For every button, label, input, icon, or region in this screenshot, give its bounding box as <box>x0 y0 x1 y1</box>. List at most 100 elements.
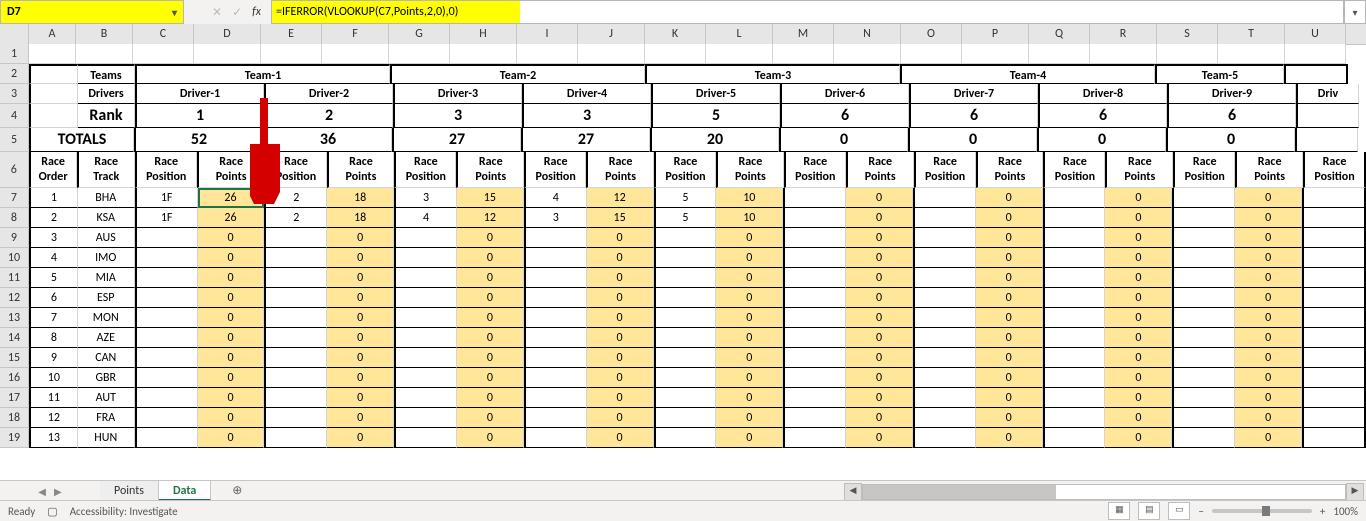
blank-cell[interactable] <box>29 44 76 64</box>
race-pos-13-5[interactable] <box>783 308 846 328</box>
race-pts-19-1[interactable]: 0 <box>327 428 394 448</box>
col-header-G[interactable]: G <box>389 24 450 44</box>
zoom-out-icon[interactable]: − <box>1198 505 1203 518</box>
race-pos-header-8[interactable]: Race Position <box>1173 152 1235 188</box>
race-pos-13-9[interactable] <box>1302 308 1366 328</box>
row-header-7[interactable]: 7 <box>0 188 29 208</box>
race-pts-9-3[interactable]: 0 <box>587 228 654 248</box>
race-pts-9-1[interactable]: 0 <box>327 228 394 248</box>
race-pos-14-0[interactable] <box>135 328 198 348</box>
race-pos-8-3[interactable]: 3 <box>524 208 587 228</box>
blank-cell[interactable] <box>901 44 962 64</box>
driver-header-3[interactable]: Driver-4 <box>522 84 651 104</box>
row-header-19[interactable]: 19 <box>0 428 29 448</box>
race-pos-13-2[interactable] <box>394 308 457 328</box>
race-track-18[interactable]: FRA <box>78 408 135 428</box>
race-pos-7-1[interactable]: 2 <box>264 188 327 208</box>
col-header-A[interactable]: A <box>29 24 76 44</box>
race-pos-19-7[interactable] <box>1043 428 1106 448</box>
race-pos-13-7[interactable] <box>1043 308 1106 328</box>
row-header-8[interactable]: 8 <box>0 208 29 228</box>
race-pos-14-4[interactable] <box>654 328 717 348</box>
race-pos-7-8[interactable] <box>1172 188 1235 208</box>
blank-cell[interactable] <box>1090 44 1157 64</box>
race-pos-14-9[interactable] <box>1302 328 1366 348</box>
race-pts-13-5[interactable]: 0 <box>846 308 913 328</box>
rank-label[interactable]: Rank <box>78 104 135 128</box>
race-pos-16-1[interactable] <box>264 368 327 388</box>
race-pos-18-4[interactable] <box>654 408 717 428</box>
race-pos-15-1[interactable] <box>264 348 327 368</box>
race-pos-8-0[interactable]: 1F <box>135 208 198 228</box>
driver-header-8[interactable]: Driver-9 <box>1167 84 1296 104</box>
race-pts-11-5[interactable]: 0 <box>846 268 913 288</box>
race-pos-9-6[interactable] <box>913 228 976 248</box>
race-pts-17-3[interactable]: 0 <box>587 388 654 408</box>
race-pos-16-6[interactable] <box>913 368 976 388</box>
col-header-M[interactable]: M <box>773 24 834 44</box>
race-pos-16-4[interactable] <box>654 368 717 388</box>
race-order-13[interactable]: 7 <box>29 308 78 328</box>
col-header-J[interactable]: J <box>578 24 645 44</box>
race-pos-16-3[interactable] <box>524 368 587 388</box>
race-pts-19-5[interactable]: 0 <box>846 428 913 448</box>
race-pts-header-7[interactable]: Race Points <box>1105 152 1173 188</box>
race-pts-12-5[interactable]: 0 <box>846 288 913 308</box>
col-header-R[interactable]: R <box>1090 24 1157 44</box>
race-pos-11-1[interactable] <box>264 268 327 288</box>
race-pts-12-1[interactable]: 0 <box>327 288 394 308</box>
race-order-7[interactable]: 1 <box>29 188 78 208</box>
race-pts-15-6[interactable]: 0 <box>976 348 1043 368</box>
driver-header-5[interactable]: Driver-6 <box>780 84 909 104</box>
race-pts-16-5[interactable]: 0 <box>846 368 913 388</box>
race-pts-14-4[interactable]: 0 <box>716 328 783 348</box>
race-pos-13-4[interactable] <box>654 308 717 328</box>
race-pos-11-6[interactable] <box>913 268 976 288</box>
teams-label[interactable]: Teams <box>78 64 135 84</box>
hscroll-left-icon[interactable]: ◀ <box>844 483 862 501</box>
row-header-10[interactable]: 10 <box>0 248 29 268</box>
race-pos-15-4[interactable] <box>654 348 717 368</box>
race-track-header[interactable]: Race Track <box>77 152 135 188</box>
race-pos-17-2[interactable] <box>394 388 457 408</box>
race-pos-18-1[interactable] <box>264 408 327 428</box>
race-pts-10-2[interactable]: 0 <box>457 248 524 268</box>
race-pts-9-5[interactable]: 0 <box>846 228 913 248</box>
race-pos-9-3[interactable] <box>524 228 587 248</box>
race-pts-header-8[interactable]: Race Points <box>1235 152 1303 188</box>
row-header-3[interactable]: 3 <box>0 84 29 104</box>
race-track-12[interactable]: ESP <box>78 288 135 308</box>
race-pos-17-7[interactable] <box>1043 388 1106 408</box>
rank-value-9[interactable] <box>1296 104 1359 128</box>
race-pos-12-2[interactable] <box>394 288 457 308</box>
race-pts-11-4[interactable]: 0 <box>716 268 783 288</box>
race-pos-11-2[interactable] <box>394 268 457 288</box>
blank-cell[interactable] <box>133 44 194 64</box>
race-pts-header-4[interactable]: Race Points <box>716 152 784 188</box>
race-pos-16-7[interactable] <box>1043 368 1106 388</box>
zoom-slider-knob[interactable] <box>1262 506 1270 516</box>
race-pts-19-3[interactable]: 0 <box>587 428 654 448</box>
race-pts-10-8[interactable]: 0 <box>1235 248 1302 268</box>
race-track-15[interactable]: CAN <box>78 348 135 368</box>
race-pos-10-6[interactable] <box>913 248 976 268</box>
col-header-C[interactable]: C <box>133 24 194 44</box>
race-track-13[interactable]: MON <box>78 308 135 328</box>
blank-cell[interactable] <box>194 44 261 64</box>
race-pos-header-3[interactable]: Race Position <box>524 152 586 188</box>
row-header-13[interactable]: 13 <box>0 308 29 328</box>
totals-value-5[interactable]: 0 <box>779 128 908 152</box>
race-pts-10-3[interactable]: 0 <box>587 248 654 268</box>
race-pos-8-6[interactable] <box>913 208 976 228</box>
race-pts-19-4[interactable]: 0 <box>716 428 783 448</box>
team-header-4[interactable]: Team-5 <box>1155 64 1284 84</box>
race-pos-14-8[interactable] <box>1172 328 1235 348</box>
race-pts-14-1[interactable]: 0 <box>327 328 394 348</box>
race-order-17[interactable]: 11 <box>29 388 78 408</box>
race-pts-7-7[interactable]: 0 <box>1105 188 1172 208</box>
cancel-icon[interactable]: ✕ <box>212 5 222 20</box>
race-pos-header-4[interactable]: Race Position <box>654 152 716 188</box>
blank-cell[interactable] <box>322 44 389 64</box>
race-pos-14-3[interactable] <box>524 328 587 348</box>
race-pos-10-0[interactable] <box>135 248 198 268</box>
